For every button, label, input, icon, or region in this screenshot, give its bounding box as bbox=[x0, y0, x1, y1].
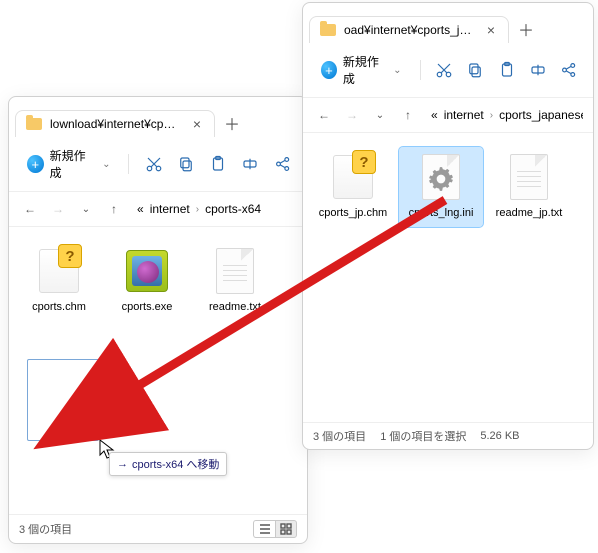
file-area[interactable]: cports_jp.chm cports_lng.ini readme_jp.t… bbox=[303, 133, 593, 422]
copy-button[interactable] bbox=[172, 149, 200, 179]
chm-icon bbox=[333, 155, 373, 199]
explorer-window-cports-x64: lownload¥internet¥cports-x64 × ＋ + 新規作成 … bbox=[8, 96, 308, 544]
exe-icon bbox=[126, 250, 168, 292]
explorer-window-cports-japanese: oad¥internet¥cports_japanese × ＋ + 新規作成 … bbox=[302, 2, 594, 450]
file-area[interactable]: cports.chm cports.exe readme.txt → cport… bbox=[9, 227, 307, 514]
file-readme-txt[interactable]: readme.txt bbox=[193, 241, 277, 321]
tab-title: lownload¥internet¥cports-x64 bbox=[50, 117, 182, 131]
status-bar: 3 個の項目 1 個の項目を選択 5.26 KB bbox=[303, 422, 593, 449]
new-item-button[interactable]: + 新規作成 ⌄ bbox=[19, 143, 118, 185]
file-label: cports.chm bbox=[32, 301, 86, 315]
share-button[interactable] bbox=[556, 55, 583, 85]
folder-icon bbox=[26, 118, 42, 130]
txt-icon bbox=[510, 154, 548, 200]
file-label: cports_lng.ini bbox=[409, 207, 474, 221]
status-bar: 3 個の項目 bbox=[9, 514, 307, 543]
status-size: 5.26 KB bbox=[480, 430, 519, 442]
status-item-count: 3 個の項目 bbox=[19, 521, 72, 537]
rename-button[interactable] bbox=[236, 149, 264, 179]
status-selection: 1 個の項目を選択 bbox=[380, 428, 466, 444]
chevron-down-icon: ⌄ bbox=[393, 65, 401, 76]
paste-button[interactable] bbox=[493, 55, 520, 85]
forward-button: → bbox=[341, 104, 363, 126]
file-label: cports.exe bbox=[122, 301, 173, 315]
up-button[interactable]: ↑ bbox=[397, 104, 419, 126]
file-readme-jp-txt[interactable]: readme_jp.txt bbox=[487, 147, 571, 227]
chevron-right-icon: › bbox=[196, 204, 199, 215]
back-button[interactable]: ← bbox=[313, 104, 335, 126]
file-label: readme_jp.txt bbox=[496, 207, 563, 221]
breadcrumb[interactable]: « internet › cports_japanese bbox=[425, 108, 583, 122]
cut-button[interactable] bbox=[139, 149, 167, 179]
forward-button: → bbox=[47, 198, 69, 220]
new-item-label: 新規作成 bbox=[50, 147, 94, 181]
file-label: readme.txt bbox=[209, 301, 261, 315]
crumb-internet[interactable]: internet bbox=[444, 108, 484, 122]
tab-title: oad¥internet¥cports_japanese bbox=[344, 23, 476, 37]
tab-active[interactable]: oad¥internet¥cports_japanese × bbox=[309, 16, 509, 43]
file-cports-lng-ini[interactable]: cports_lng.ini bbox=[399, 147, 483, 227]
file-cports-chm[interactable]: cports.chm bbox=[17, 241, 101, 321]
drop-tooltip: → cports-x64 へ移動 bbox=[109, 452, 227, 476]
crumb-prefix: « bbox=[137, 202, 144, 216]
chevron-right-icon: › bbox=[490, 110, 493, 121]
crumb-current[interactable]: cports-x64 bbox=[205, 202, 261, 216]
plus-icon: + bbox=[321, 61, 337, 79]
file-cports-exe[interactable]: cports.exe bbox=[105, 241, 189, 321]
new-item-label: 新規作成 bbox=[343, 53, 385, 87]
copy-button[interactable] bbox=[462, 55, 489, 85]
toolbar: + 新規作成 ⌄ bbox=[9, 137, 307, 192]
separator bbox=[420, 60, 421, 80]
txt-icon bbox=[216, 248, 254, 294]
status-item-count: 3 個の項目 bbox=[313, 428, 366, 444]
drop-ghost bbox=[27, 359, 99, 441]
breadcrumb[interactable]: « internet › cports-x64 bbox=[131, 202, 297, 216]
address-bar: ← → ⌄ ↑ « internet › cports-x64 bbox=[9, 192, 307, 227]
gear-icon bbox=[428, 166, 454, 192]
crumb-prefix: « bbox=[431, 108, 438, 122]
new-tab-button[interactable]: ＋ bbox=[217, 109, 247, 137]
view-toggle bbox=[253, 520, 297, 538]
chevron-down-icon[interactable]: ⌄ bbox=[369, 104, 391, 126]
tab-active[interactable]: lownload¥internet¥cports-x64 × bbox=[15, 110, 215, 137]
back-button[interactable]: ← bbox=[19, 198, 41, 220]
plus-icon: + bbox=[27, 155, 44, 173]
paste-button[interactable] bbox=[204, 149, 232, 179]
file-cports-jp-chm[interactable]: cports_jp.chm bbox=[311, 147, 395, 227]
new-tab-button[interactable]: ＋ bbox=[511, 15, 541, 43]
crumb-internet[interactable]: internet bbox=[150, 202, 190, 216]
tab-bar: lownload¥internet¥cports-x64 × ＋ bbox=[9, 97, 307, 137]
cut-button[interactable] bbox=[430, 55, 457, 85]
address-bar: ← → ⌄ ↑ « internet › cports_japanese bbox=[303, 98, 593, 133]
tab-bar: oad¥internet¥cports_japanese × ＋ bbox=[303, 3, 593, 43]
file-label: cports_jp.chm bbox=[319, 207, 387, 221]
new-item-button[interactable]: + 新規作成 ⌄ bbox=[313, 49, 410, 91]
view-grid-button[interactable] bbox=[275, 520, 297, 538]
chm-icon bbox=[39, 249, 79, 293]
share-button[interactable] bbox=[269, 149, 297, 179]
separator bbox=[128, 154, 129, 174]
drop-tooltip-label: cports-x64 へ移動 bbox=[132, 456, 219, 472]
close-icon[interactable]: × bbox=[484, 23, 498, 37]
rename-button[interactable] bbox=[524, 55, 551, 85]
crumb-current[interactable]: cports_japanese bbox=[499, 108, 583, 122]
up-button[interactable]: ↑ bbox=[103, 198, 125, 220]
folder-icon bbox=[320, 24, 336, 36]
move-arrow-icon: → bbox=[117, 458, 128, 470]
toolbar: + 新規作成 ⌄ bbox=[303, 43, 593, 98]
chevron-down-icon: ⌄ bbox=[102, 159, 110, 170]
close-icon[interactable]: × bbox=[190, 117, 204, 131]
view-list-button[interactable] bbox=[253, 520, 275, 538]
chevron-down-icon[interactable]: ⌄ bbox=[75, 198, 97, 220]
